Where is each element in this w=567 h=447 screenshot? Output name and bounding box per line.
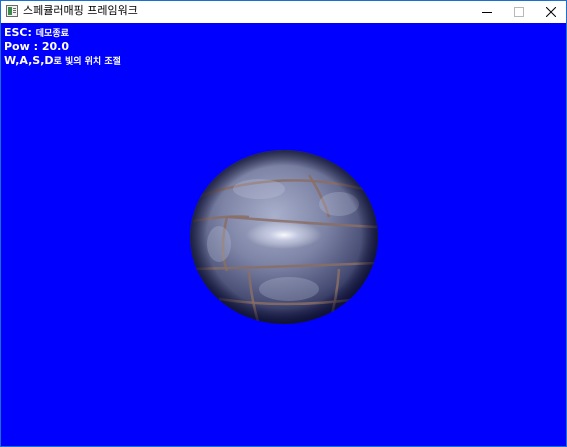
esc-description: 데모종료 <box>35 29 69 39</box>
window-title: 스페큘러매핑 프레임워크 <box>23 4 138 17</box>
maximize-icon <box>514 7 524 17</box>
wasd-description: 로 빛의 위치 조절 <box>53 57 121 67</box>
window-app-icon <box>6 5 18 17</box>
stone-sphere <box>189 149 379 325</box>
esc-instruction: ESC: 데모종료 <box>4 26 69 39</box>
minimize-icon <box>482 12 492 13</box>
app-window: 스페큘러매핑 프레임워크 ESC: 데모종료 Pow : 20.0 W,A,S,… <box>0 0 567 447</box>
esc-key-label: ESC: <box>4 26 32 39</box>
close-icon <box>546 7 556 17</box>
maximize-button[interactable] <box>502 1 536 23</box>
title-bar[interactable]: 스페큘러매핑 프레임워크 <box>1 1 566 23</box>
pow-readout: Pow : 20.0 <box>4 40 69 53</box>
light-control-instruction: W,A,S,D로 빛의 위치 조절 <box>4 54 121 67</box>
close-button[interactable] <box>534 1 566 23</box>
wasd-keys-label: W,A,S,D <box>4 54 54 67</box>
minimize-button[interactable] <box>470 1 504 23</box>
render-viewport[interactable]: ESC: 데모종료 Pow : 20.0 W,A,S,D로 빛의 위치 조절 <box>1 23 566 446</box>
stone-sphere-render <box>190 150 378 324</box>
